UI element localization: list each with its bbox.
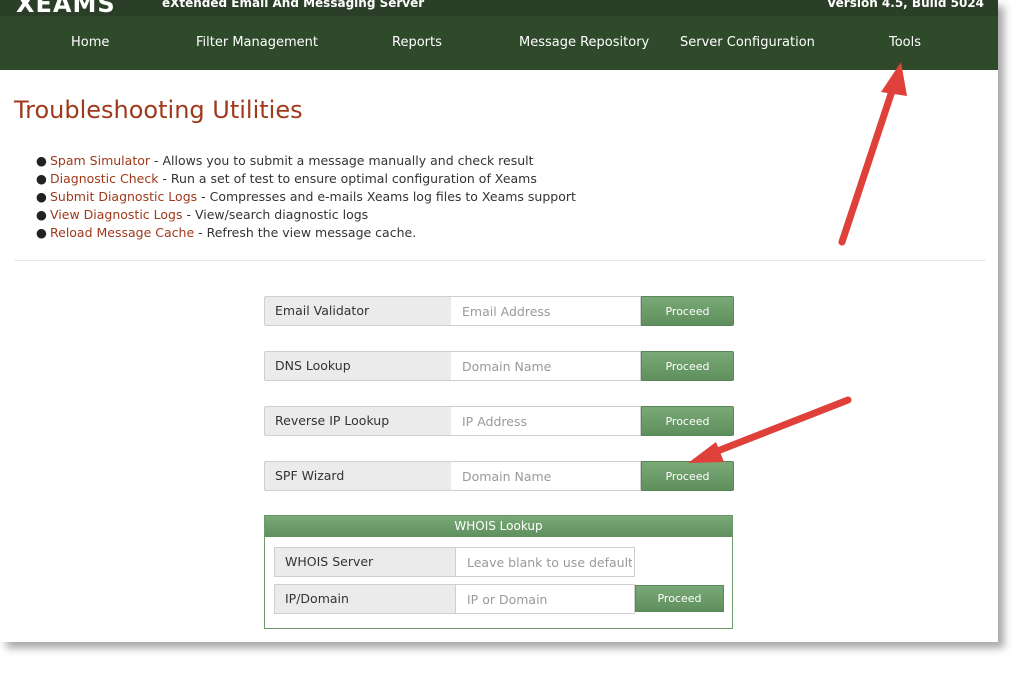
list-item: ● Submit Diagnostic Logs - Compresses and…	[36, 188, 576, 206]
list-item: ● View Diagnostic Logs - View/search diag…	[36, 206, 576, 224]
whois-title: WHOIS Lookup	[265, 516, 732, 537]
whois-panel: WHOIS Lookup WHOIS Server IP/Domain Proc…	[264, 515, 733, 629]
nav-server-configuration[interactable]: Server Configuration	[680, 35, 815, 50]
bullet-icon: ●	[36, 153, 47, 168]
page-title: Troubleshooting Utilities	[14, 96, 303, 124]
bullet-icon: ●	[36, 225, 47, 240]
nav-home[interactable]: Home	[71, 35, 109, 50]
whois-server-label: WHOIS Server	[274, 547, 456, 577]
list-item: ● Diagnostic Check - Run a set of test to…	[36, 170, 576, 188]
dns-lookup-proceed-button[interactable]: Proceed	[641, 351, 734, 381]
whois-server-row: WHOIS Server	[274, 547, 724, 577]
ip-address-input[interactable]	[451, 406, 641, 436]
bullet-icon: ●	[36, 189, 47, 204]
utility-list: ● Spam Simulator - Allows you to submit a…	[36, 152, 576, 242]
xeams-logo: XEAMS	[16, 0, 116, 16]
diagnostic-check-link[interactable]: Diagnostic Check	[50, 171, 158, 186]
email-address-input[interactable]	[451, 296, 641, 326]
spf-wizard-row: SPF Wizard Proceed	[264, 461, 734, 491]
arrow-to-tools	[838, 62, 907, 246]
bullet-icon: ●	[36, 171, 47, 186]
utility-description: - Compresses and e-mails Xeams log files…	[197, 189, 576, 204]
page: XEAMS eXtended Email And Messaging Serve…	[0, 0, 998, 642]
whois-domain-row: IP/Domain Proceed	[274, 584, 724, 614]
utility-description: - Run a set of test to ensure optimal co…	[158, 171, 537, 186]
ip-domain-input[interactable]	[455, 584, 635, 614]
version-label: Version 4.5, Build 5024	[827, 0, 984, 10]
email-validator-proceed-button[interactable]: Proceed	[641, 296, 734, 326]
utility-description: - Allows you to submit a message manuall…	[150, 153, 534, 168]
utility-description: - Refresh the view message cache.	[194, 225, 417, 240]
top-banner: XEAMS eXtended Email And Messaging Serve…	[0, 0, 998, 16]
bullet-icon: ●	[36, 207, 47, 222]
spam-simulator-link[interactable]: Spam Simulator	[50, 153, 150, 168]
nav-tools[interactable]: Tools	[889, 35, 921, 50]
reload-message-cache-link[interactable]: Reload Message Cache	[50, 225, 194, 240]
nav-reports[interactable]: Reports	[392, 35, 442, 50]
nav-filter-management[interactable]: Filter Management	[196, 35, 318, 50]
list-item: ● Spam Simulator - Allows you to submit a…	[36, 152, 576, 170]
whois-server-input[interactable]	[455, 547, 635, 577]
spf-wizard-proceed-button[interactable]: Proceed	[641, 461, 734, 491]
spf-domain-input[interactable]	[451, 461, 641, 491]
dns-lookup-row: DNS Lookup Proceed	[264, 351, 734, 381]
email-validator-label: Email Validator	[264, 296, 452, 326]
email-validator-row: Email Validator Proceed	[264, 296, 734, 326]
ip-domain-label: IP/Domain	[274, 584, 456, 614]
utility-description: - View/search diagnostic logs	[182, 207, 369, 222]
tagline: eXtended Email And Messaging Server	[162, 0, 425, 10]
nav-message-repository[interactable]: Message Repository	[519, 35, 649, 50]
dns-domain-input[interactable]	[451, 351, 641, 381]
main-nav: Home Filter Management Reports Message R…	[0, 16, 998, 70]
reverse-ip-row: Reverse IP Lookup Proceed	[264, 406, 734, 436]
reverse-ip-label: Reverse IP Lookup	[264, 406, 452, 436]
divider	[14, 260, 986, 261]
submit-diagnostic-logs-link[interactable]: Submit Diagnostic Logs	[50, 189, 197, 204]
dns-lookup-label: DNS Lookup	[264, 351, 452, 381]
whois-proceed-button[interactable]: Proceed	[635, 585, 724, 612]
spf-wizard-label: SPF Wizard	[264, 461, 452, 491]
list-item: ● Reload Message Cache - Refresh the view…	[36, 224, 576, 242]
reverse-ip-proceed-button[interactable]: Proceed	[641, 406, 734, 436]
view-diagnostic-logs-link[interactable]: View Diagnostic Logs	[50, 207, 182, 222]
